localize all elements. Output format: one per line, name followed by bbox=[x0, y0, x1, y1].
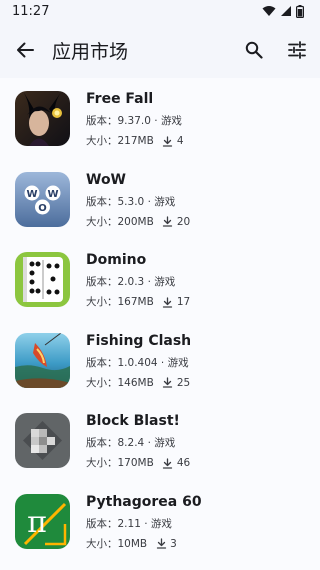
app-list-item[interactable]: Fishing Clash 版本：1.0.404 · 游戏 大小： 146MB 25 bbox=[0, 320, 320, 401]
app-category: 游戏 bbox=[154, 276, 176, 288]
download-icon bbox=[162, 216, 174, 228]
app-downloads: 17 bbox=[176, 296, 191, 308]
separator: · bbox=[147, 195, 151, 208]
app-size: 217MB bbox=[117, 135, 154, 147]
app-name: Fishing Clash bbox=[86, 332, 192, 349]
app-version: 9.37.0 bbox=[117, 115, 151, 127]
app-category: 游戏 bbox=[154, 195, 176, 208]
svg-text:W: W bbox=[26, 189, 37, 200]
download-icon bbox=[162, 296, 174, 308]
wifi-icon bbox=[262, 5, 276, 17]
fishing-clash-icon bbox=[15, 332, 70, 388]
app-size-line: 大小： 217MB 4 bbox=[86, 133, 184, 149]
version-label: 版本： bbox=[86, 115, 118, 127]
version-label: 版本： bbox=[86, 437, 118, 449]
block-blast-icon bbox=[15, 413, 70, 468]
app-list-item[interactable]: π Pythagorea 60 版本：2.11 · 游戏 大小： 10MB 3 bbox=[0, 481, 320, 562]
back-button[interactable] bbox=[12, 37, 38, 63]
svg-text:W: W bbox=[47, 189, 58, 200]
app-version-line: 版本：2.0.3 · 游戏 bbox=[86, 274, 190, 290]
search-icon bbox=[245, 41, 263, 59]
status-icons bbox=[262, 4, 304, 18]
app-version: 8.2.4 bbox=[117, 437, 145, 449]
app-downloads: 4 bbox=[176, 135, 184, 147]
battery-icon bbox=[296, 4, 304, 18]
svg-text:π: π bbox=[27, 505, 47, 540]
app-version-line: 版本：9.37.0 · 游戏 bbox=[86, 113, 184, 129]
app-bar: 应用市场 bbox=[0, 22, 320, 78]
size-label: 大小： bbox=[86, 537, 118, 550]
app-size: 200MB bbox=[117, 215, 154, 228]
separator: · bbox=[154, 115, 158, 127]
app-size-line: 大小： 167MB 17 bbox=[86, 294, 190, 310]
app-size-line: 大小： 170MB 46 bbox=[86, 455, 190, 471]
size-label: 大小： bbox=[86, 457, 118, 469]
svg-text:O: O bbox=[38, 203, 47, 214]
app-size-line: 大小： 10MB 3 bbox=[86, 536, 202, 552]
filter-button[interactable] bbox=[282, 35, 312, 65]
version-label: 版本： bbox=[86, 195, 118, 208]
status-bar: 11:27 bbox=[0, 0, 320, 22]
app-size: 146MB bbox=[117, 376, 154, 389]
download-icon bbox=[162, 457, 174, 469]
arrow-back-icon bbox=[16, 41, 34, 59]
signal-icon bbox=[280, 5, 292, 17]
app-size-line: 大小： 200MB 20 bbox=[86, 214, 190, 230]
app-downloads: 3 bbox=[170, 537, 177, 550]
app-size-line: 大小： 146MB 25 bbox=[86, 375, 191, 391]
size-label: 大小： bbox=[86, 135, 118, 147]
search-button[interactable] bbox=[239, 35, 269, 65]
app-category: 游戏 bbox=[160, 115, 182, 127]
app-list-item[interactable]: Domino 版本：2.0.3 · 游戏 大小： 167MB 17 bbox=[0, 239, 320, 320]
app-size: 170MB bbox=[117, 457, 154, 469]
app-name: Free Fall bbox=[86, 91, 154, 107]
app-version: 2.0.3 bbox=[117, 276, 145, 288]
download-icon bbox=[155, 538, 167, 550]
app-list-item[interactable]: Free Fall 版本：9.37.0 · 游戏 大小： 217MB 4 bbox=[0, 78, 320, 159]
app-name: Pythagorea 60 bbox=[86, 493, 202, 510]
app-name: Block Blast! bbox=[86, 413, 180, 429]
app-size: 167MB bbox=[117, 296, 154, 308]
app-downloads: 20 bbox=[176, 215, 191, 228]
version-label: 版本： bbox=[86, 517, 118, 530]
pythagorea-icon: π bbox=[15, 493, 70, 549]
app-list: Free Fall 版本：9.37.0 · 游戏 大小： 217MB 4 W W O… bbox=[0, 78, 320, 570]
app-version-line: 版本：1.0.404 · 游戏 bbox=[86, 355, 191, 371]
separator: · bbox=[147, 276, 151, 288]
app-category: 游戏 bbox=[154, 437, 176, 449]
status-time: 11:27 bbox=[12, 3, 50, 19]
version-label: 版本： bbox=[86, 356, 118, 369]
app-downloads: 25 bbox=[176, 376, 191, 389]
app-name: WoW bbox=[86, 171, 127, 188]
app-downloads: 46 bbox=[176, 457, 191, 469]
domino-icon bbox=[15, 252, 70, 307]
size-label: 大小： bbox=[86, 215, 118, 228]
app-version-line: 版本：5.3.0 · 游戏 bbox=[86, 194, 190, 210]
app-category: 游戏 bbox=[150, 517, 172, 530]
wow-icon: W W O bbox=[15, 171, 70, 227]
app-version: 1.0.404 bbox=[117, 356, 158, 369]
size-label: 大小： bbox=[86, 296, 118, 308]
app-version-line: 版本：8.2.4 · 游戏 bbox=[86, 435, 190, 451]
separator: · bbox=[160, 356, 165, 369]
app-list-item[interactable]: W W O WoW 版本：5.3.0 · 游戏 大小： 200MB 20 bbox=[0, 159, 320, 240]
app-version-line: 版本：2.11 · 游戏 bbox=[86, 516, 202, 532]
download-icon bbox=[162, 377, 174, 389]
app-name: Domino bbox=[86, 252, 147, 268]
size-label: 大小： bbox=[86, 376, 118, 389]
version-label: 版本： bbox=[86, 276, 118, 288]
app-list-item[interactable]: Block Blast! 版本：8.2.4 · 游戏 大小： 170MB 46 bbox=[0, 400, 320, 481]
app-category: 游戏 bbox=[167, 356, 189, 369]
free-fall-icon bbox=[15, 91, 70, 146]
app-version: 2.11 bbox=[117, 517, 141, 530]
page-title: 应用市场 bbox=[52, 40, 129, 63]
app-version: 5.3.0 bbox=[117, 195, 145, 208]
tune-icon bbox=[288, 41, 306, 59]
app-size: 10MB bbox=[117, 537, 148, 550]
separator: · bbox=[144, 517, 148, 530]
separator: · bbox=[147, 437, 151, 449]
download-icon bbox=[162, 135, 174, 147]
